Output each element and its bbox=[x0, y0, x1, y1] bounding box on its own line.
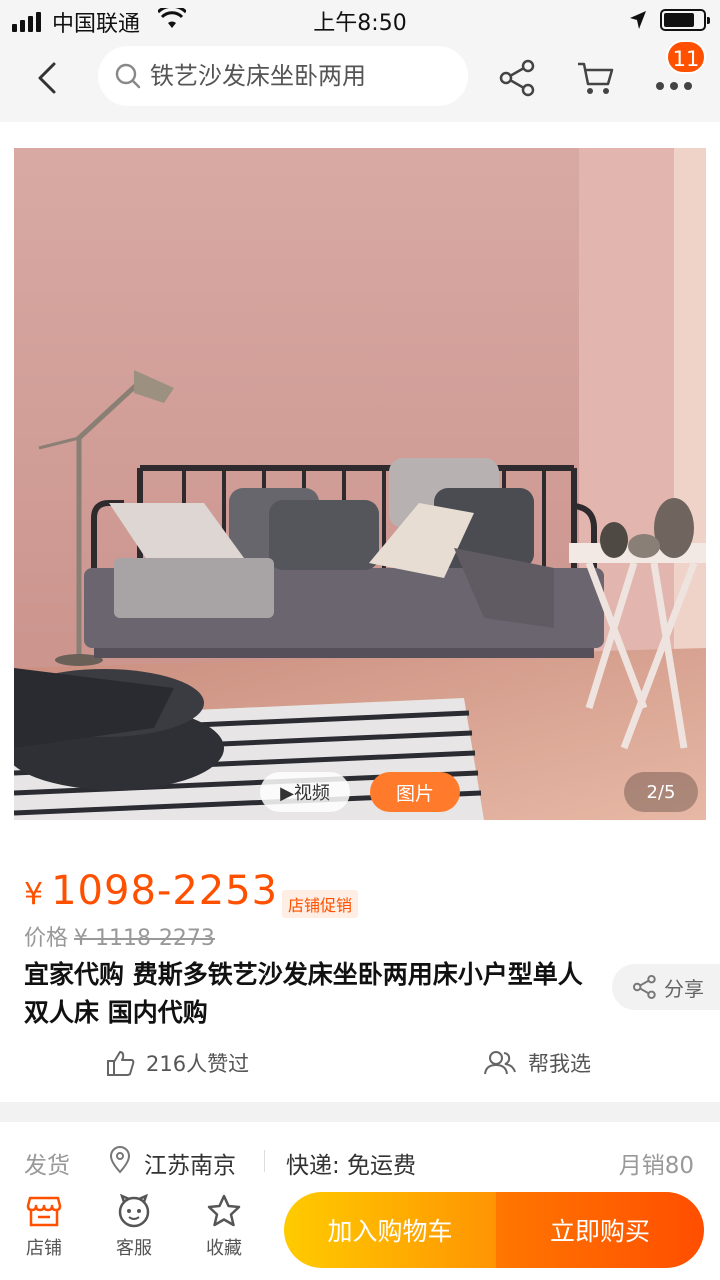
tab-store[interactable]: 店铺 bbox=[4, 1194, 84, 1260]
help-choose-button[interactable]: 帮我选 bbox=[484, 1048, 591, 1078]
currency-symbol: ¥ bbox=[24, 877, 44, 912]
promo-tag: 店铺促销 bbox=[282, 890, 359, 918]
like-button[interactable]: 216人赞过 bbox=[106, 1048, 249, 1078]
product-photo[interactable] bbox=[14, 148, 706, 820]
tab-favorite[interactable]: 收藏 bbox=[184, 1194, 264, 1260]
monthly-sales: 月销80 bbox=[618, 1153, 694, 1179]
ship-from-location: 江苏南京 bbox=[144, 1153, 236, 1179]
location-pin-icon bbox=[109, 1146, 131, 1174]
like-count: 216人赞过 bbox=[146, 1052, 250, 1076]
location-arrow-icon bbox=[630, 11, 646, 29]
tab-service-label: 客服 bbox=[116, 1238, 152, 1259]
share-label: 分享 bbox=[664, 976, 704, 1001]
search-input[interactable] bbox=[150, 62, 450, 90]
search-icon bbox=[115, 63, 141, 89]
tab-favorite-label: 收藏 bbox=[206, 1238, 242, 1259]
product-title: 宜家代购 费斯多铁艺沙发床坐卧两用床小户型单人双人床 国内代购 bbox=[24, 960, 583, 1027]
clock: 上午8:50 bbox=[313, 11, 407, 36]
divider bbox=[264, 1150, 265, 1172]
status-bar: 中国联通 上午8:50 bbox=[0, 0, 720, 40]
price: ¥ 1098-2253 bbox=[24, 868, 278, 914]
product-info: ¥ 1098-2253 店铺促销 价格 ¥ 1118-2273 宜家代购 费斯多铁… bbox=[0, 838, 720, 1102]
star-icon bbox=[207, 1194, 241, 1227]
thumbs-up-icon bbox=[107, 1051, 135, 1076]
price-range: 1098-2253 bbox=[51, 868, 279, 914]
store-icon bbox=[26, 1196, 62, 1227]
share-icon[interactable] bbox=[498, 58, 538, 98]
back-arrow-icon[interactable] bbox=[30, 60, 66, 96]
people-icon bbox=[484, 1051, 516, 1075]
shipping-label: 发货 bbox=[24, 1153, 70, 1179]
product-gallery[interactable]: ▶视频 图片 2/5 bbox=[0, 122, 720, 838]
image-pager: 2/5 bbox=[624, 772, 698, 812]
original-price: ¥ 1118-2273 bbox=[74, 926, 215, 951]
bottom-action-bar: 店铺 客服 收藏 加入购物车 立即购买 bbox=[0, 1180, 720, 1280]
express-fee: 快递: 免运费 bbox=[286, 1153, 417, 1179]
add-to-cart-button[interactable]: 加入购物车 bbox=[284, 1192, 496, 1268]
original-price-row: 价格 ¥ 1118-2273 bbox=[24, 920, 215, 952]
share-button[interactable]: 分享 bbox=[612, 964, 720, 1010]
message-count-badge: 11 bbox=[666, 40, 706, 74]
cart-icon[interactable] bbox=[576, 58, 616, 98]
top-nav: 11 bbox=[0, 40, 720, 122]
battery-icon bbox=[660, 9, 710, 31]
customer-service-icon bbox=[118, 1194, 150, 1228]
tab-service[interactable]: 客服 bbox=[94, 1194, 174, 1260]
buy-now-button[interactable]: 立即购买 bbox=[496, 1192, 704, 1268]
share-icon bbox=[632, 974, 656, 1000]
image-tab[interactable]: 图片 bbox=[370, 772, 460, 812]
help-choose-label: 帮我选 bbox=[528, 1052, 591, 1076]
tab-store-label: 店铺 bbox=[26, 1238, 62, 1259]
video-tab[interactable]: ▶视频 bbox=[260, 772, 350, 812]
original-price-label: 价格 bbox=[24, 926, 69, 951]
search-box[interactable] bbox=[98, 46, 468, 106]
product-detail-page: 中国联通 上午8:50 铁艺沙发床坐卧两用 11 ▶视频 图片 2/5 ¥ 10… bbox=[0, 0, 720, 1280]
